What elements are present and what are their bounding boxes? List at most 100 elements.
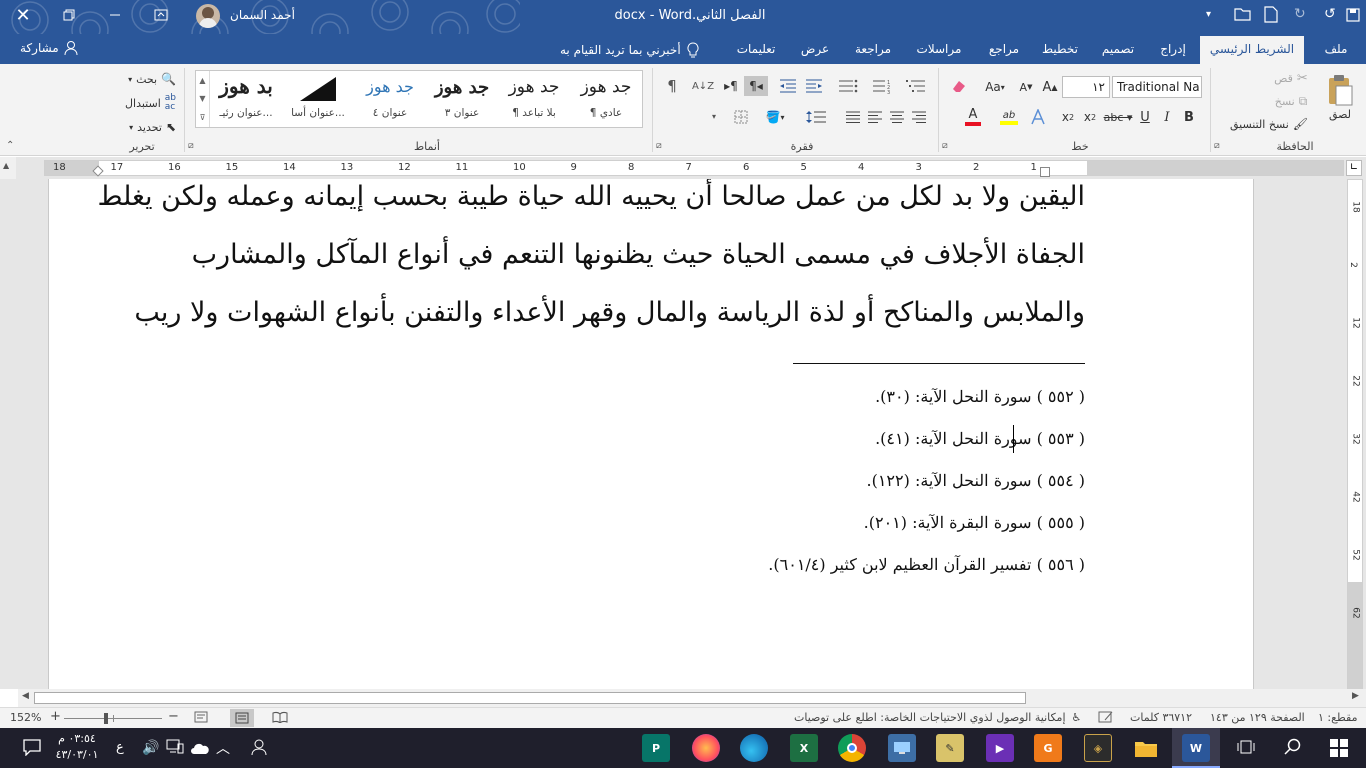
font-name-combo[interactable]: Traditional Na: [1112, 76, 1202, 98]
print-layout-button[interactable]: [230, 709, 254, 727]
tab-home[interactable]: الشريط الرئيسي: [1200, 36, 1304, 64]
sort-button[interactable]: A↓Z: [692, 76, 714, 96]
ltr-direction-button[interactable]: ▸¶: [720, 76, 742, 96]
quran-app-icon[interactable]: ◈: [1084, 734, 1112, 762]
page-number[interactable]: الصفحة ١٢٩ من ١٤٣: [1210, 711, 1305, 724]
scroll-up-icon[interactable]: ▲: [199, 76, 205, 85]
notes-app-icon[interactable]: ✎: [936, 734, 964, 762]
clear-formatting-button[interactable]: [948, 76, 970, 96]
italic-button[interactable]: I: [1158, 108, 1176, 126]
share-button[interactable]: مشاركة: [20, 40, 79, 56]
footnote-item[interactable]: ( ٥٥٤ ) سورة النحل الآية: (١٢٢).: [867, 471, 1086, 490]
align-right-button[interactable]: [908, 108, 930, 126]
publisher-app-icon[interactable]: P: [642, 734, 670, 762]
bullets-button[interactable]: [832, 76, 864, 96]
highlight-button[interactable]: ab: [994, 106, 1024, 128]
input-language[interactable]: ع: [116, 740, 124, 755]
superscript-button[interactable]: x2: [1058, 108, 1078, 126]
indent-marker-right[interactable]: [1040, 167, 1050, 177]
pc-app-icon[interactable]: [888, 734, 916, 762]
scroll-up-button[interactable]: ▲: [3, 161, 9, 170]
tab-mailings[interactable]: مراسلات: [908, 34, 970, 64]
clipboard-launcher-icon[interactable]: ⧄: [1214, 141, 1220, 151]
scroll-left-button[interactable]: ◀: [22, 691, 29, 701]
style-heading-3[interactable]: جد هوز عنوان ٣: [426, 71, 498, 127]
paragraph-launcher-icon[interactable]: ⧄: [656, 141, 662, 151]
file-explorer-icon[interactable]: [1132, 734, 1160, 762]
shrink-font-button[interactable]: A ▼: [1016, 78, 1036, 96]
borders-button[interactable]: [726, 108, 756, 126]
font-launcher-icon[interactable]: ⧄: [942, 141, 948, 151]
copy-button[interactable]: نسخ ⧉: [1268, 93, 1314, 109]
ribbon-display-options-button[interactable]: [146, 0, 176, 30]
chrome-app-icon[interactable]: [838, 734, 866, 762]
borders-dropdown-icon[interactable]: ▾: [712, 112, 716, 121]
open-icon[interactable]: [1234, 6, 1252, 26]
start-button[interactable]: [1330, 739, 1348, 761]
save-icon[interactable]: [1346, 7, 1360, 26]
zoom-level[interactable]: 152%: [10, 711, 41, 724]
new-document-icon[interactable]: [1264, 6, 1278, 27]
zoom-slider-thumb[interactable]: [104, 713, 108, 724]
style-heading-4[interactable]: جد هوز عنوان ٤: [354, 71, 426, 127]
redo-icon[interactable]: ↻: [1294, 6, 1306, 22]
volume-icon[interactable]: 🔊: [142, 740, 159, 756]
align-left-button[interactable]: [864, 108, 886, 126]
justify-button[interactable]: [842, 108, 864, 126]
clock[interactable]: ٠٣:٥٤ م ٤٣/٠٣/٠١: [52, 731, 102, 763]
replace-button[interactable]: استبدال ab ac: [110, 94, 176, 112]
tab-insert[interactable]: إدراج: [1152, 34, 1194, 64]
styles-launcher-icon[interactable]: ⧄: [188, 141, 194, 151]
document-page[interactable]: اليقين ولا بد لكل من عمل صالحا أن يحييه …: [48, 179, 1254, 689]
excel-app-icon[interactable]: X: [790, 734, 818, 762]
subscript-button[interactable]: x2: [1080, 108, 1100, 126]
cut-button[interactable]: قص ✂: [1268, 70, 1314, 86]
change-case-button[interactable]: Aa ▾: [980, 78, 1010, 96]
zoom-out-button[interactable]: −: [168, 709, 179, 724]
font-color-button[interactable]: A: [958, 106, 988, 128]
zoom-in-button[interactable]: +: [50, 709, 61, 724]
tell-me-box[interactable]: أخبرني بما تريد القيام به: [560, 42, 699, 58]
line-spacing-button[interactable]: [800, 108, 832, 126]
tab-review[interactable]: مراجعة: [846, 34, 900, 64]
edge-app-icon[interactable]: [740, 734, 768, 762]
increase-indent-button[interactable]: [776, 76, 800, 96]
footnote-item[interactable]: ( ٥٥٣ ) سورة النحل الآية: (٤١).: [875, 429, 1085, 448]
pdf-app-icon[interactable]: G: [1034, 734, 1062, 762]
restore-button[interactable]: [46, 0, 92, 30]
read-mode-icon[interactable]: [272, 711, 288, 726]
underline-button[interactable]: U: [1136, 108, 1154, 126]
footnote-item[interactable]: ( ٥٥٢ ) سورة النحل الآية: (٣٠).: [875, 387, 1085, 406]
word-count[interactable]: ٣٦٧١٢ كلمات: [1130, 711, 1192, 724]
tab-references[interactable]: مراجع: [980, 34, 1028, 64]
section-number[interactable]: مقطع: ١: [1318, 711, 1357, 724]
accessibility-status[interactable]: ♿ إمكانية الوصول لذوي الاحتياجات الخاصة:…: [794, 711, 1081, 724]
style-subtitle[interactable]: عنوان أسا...: [282, 71, 354, 127]
style-title[interactable]: بد هوز عنوان رئيـ...: [210, 71, 282, 127]
align-center-button[interactable]: [886, 108, 908, 126]
proofing-icon[interactable]: [1098, 710, 1114, 727]
zoom-slider[interactable]: [64, 713, 162, 724]
task-view-icon[interactable]: [1236, 738, 1256, 760]
body-line[interactable]: والملابس والمناكح أو لذة الرياسة والمال …: [134, 297, 1085, 328]
collapse-ribbon-icon[interactable]: ⌃: [6, 140, 14, 151]
word-app-active[interactable]: W: [1172, 728, 1220, 768]
tab-view[interactable]: عرض: [792, 34, 838, 64]
paste-button[interactable]: لصق: [1318, 68, 1362, 126]
people-icon[interactable]: [250, 738, 268, 760]
firefox-app-icon[interactable]: [692, 734, 720, 762]
body-line[interactable]: اليقين ولا بد لكل من عمل صالحا أن يحييه …: [97, 181, 1085, 212]
strikethrough-icon[interactable]: abc ▾: [1104, 108, 1133, 126]
notification-icon[interactable]: [22, 738, 42, 760]
hscroll-thumb[interactable]: [34, 692, 1026, 704]
user-name[interactable]: أحمد السمان: [230, 8, 295, 22]
scroll-down-icon[interactable]: ▼: [199, 94, 205, 103]
horizontal-ruler[interactable]: 18 17 16 15 14 13 12 11 10 9 8 7 6 5 4 3 2 1 ∟: [0, 157, 1366, 179]
horizontal-scrollbar[interactable]: ◀ ▶: [18, 689, 1366, 707]
search-icon[interactable]: [1284, 738, 1302, 760]
footnote-item[interactable]: ( ٥٥٦ ) تفسير القرآن العظيم لابن كثير (٦…: [768, 555, 1085, 574]
select-button[interactable]: ▾ تحديد ⬉: [114, 118, 176, 136]
media-app-icon[interactable]: ▶: [986, 734, 1014, 762]
rtl-direction-button[interactable]: ¶◂: [744, 76, 768, 96]
show-marks-button[interactable]: ¶: [660, 76, 684, 96]
